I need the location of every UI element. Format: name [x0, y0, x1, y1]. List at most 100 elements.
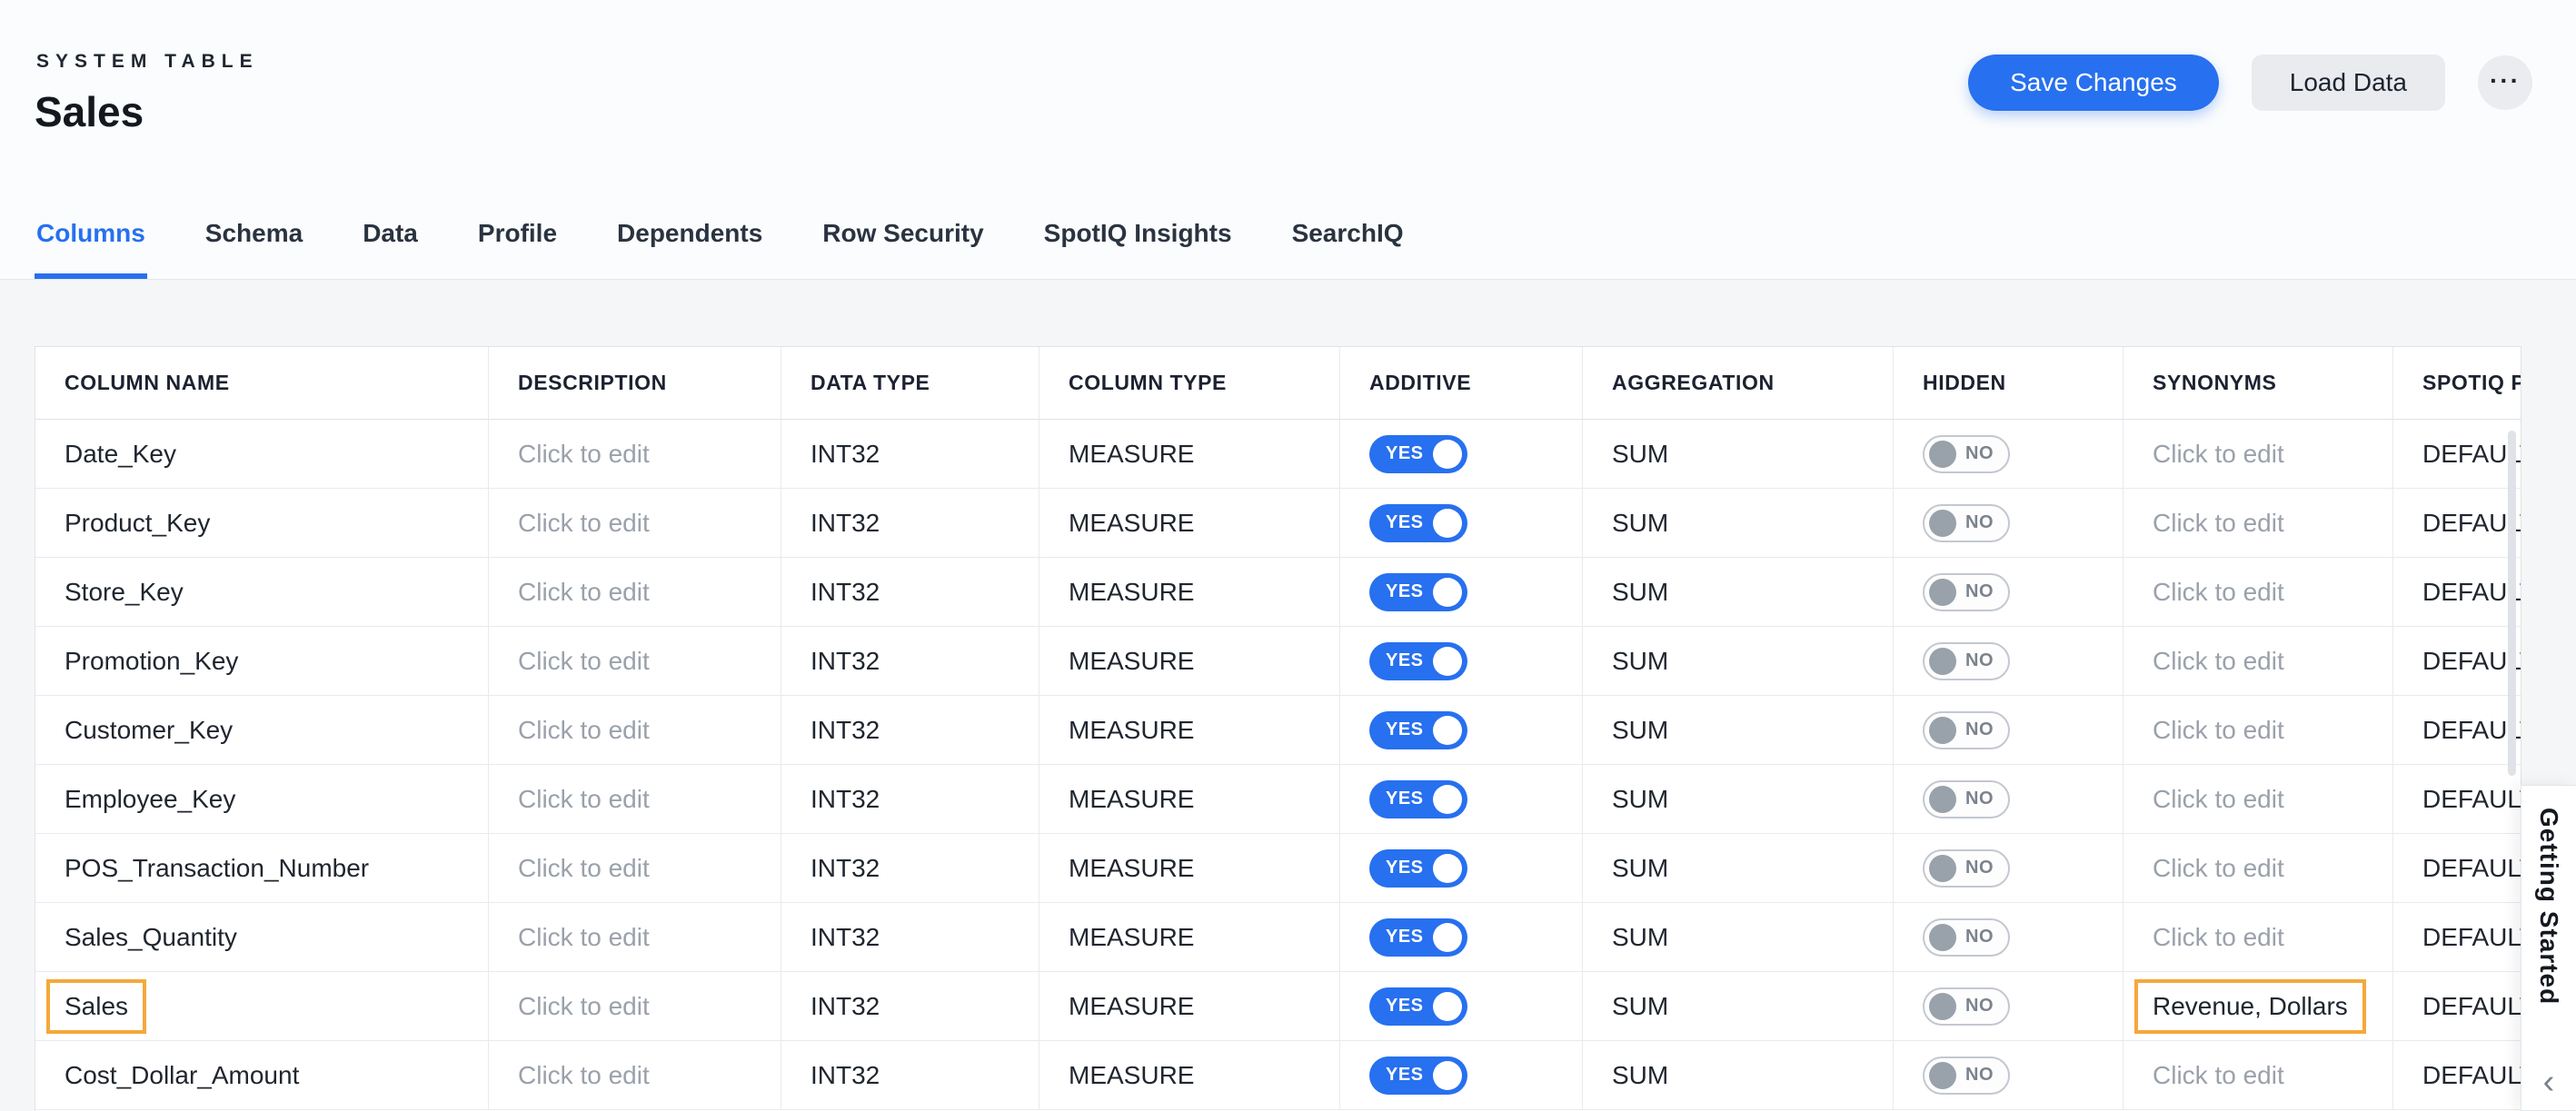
cell-synonyms-cell[interactable]: Click to edit [2123, 1041, 2393, 1110]
cell-description-cell[interactable]: Click to edit [489, 903, 781, 972]
cell-column-type-cell: MEASURE [1039, 489, 1340, 558]
cell-aggregation-text: SUM [1612, 854, 1668, 883]
cell-synonyms-cell[interactable]: Click to edit [2123, 834, 2393, 903]
cell-synonyms-highlighted[interactable]: Revenue, Dollars [2134, 979, 2366, 1034]
additive-toggle-cell: YES [1340, 972, 1583, 1041]
additive-toggle[interactable]: YES [1369, 918, 1467, 957]
getting-started-panel[interactable]: Getting Started ‹ [2521, 785, 2576, 1111]
cell-description-cell[interactable]: Click to edit [489, 972, 781, 1041]
cell-column-type-text: MEASURE [1069, 440, 1194, 469]
hidden-toggle[interactable]: NO [1923, 849, 2010, 888]
cell-column-type-cell: MEASURE [1039, 420, 1340, 489]
cell-description-text[interactable]: Click to edit [518, 716, 650, 745]
cell-description-cell[interactable]: Click to edit [489, 489, 781, 558]
cell-synonyms-text[interactable]: Click to edit [2153, 440, 2284, 469]
cell-synonyms-cell[interactable]: Click to edit [2123, 696, 2393, 765]
cell-synonyms-cell[interactable]: Click to edit [2123, 489, 2393, 558]
save-changes-button[interactable]: Save Changes [1968, 55, 2219, 111]
cell-description-text[interactable]: Click to edit [518, 509, 650, 538]
tab-data[interactable]: Data [361, 219, 420, 279]
additive-toggle[interactable]: YES [1369, 573, 1467, 611]
hidden-toggle[interactable]: NO [1923, 642, 2010, 680]
tab-schema[interactable]: Schema [204, 219, 304, 279]
cell-synonyms-cell[interactable]: Click to edit [2123, 765, 2393, 834]
load-data-button[interactable]: Load Data [2252, 55, 2445, 111]
cell-aggregation-text: SUM [1612, 716, 1668, 745]
hidden-toggle[interactable]: NO [1923, 504, 2010, 542]
more-options-button[interactable]: ··· [2478, 55, 2532, 110]
cell-synonyms-cell[interactable]: Click to edit [2123, 903, 2393, 972]
tab-spotiq-insights[interactable]: SpotIQ Insights [1042, 219, 1234, 279]
cell-description-cell[interactable]: Click to edit [489, 558, 781, 627]
cell-aggregation-cell: SUM [1583, 489, 1894, 558]
tab-dependents[interactable]: Dependents [615, 219, 764, 279]
cell-synonyms-text[interactable]: Click to edit [2153, 854, 2284, 883]
toggle-knob [1433, 923, 1462, 952]
toggle-label: YES [1386, 996, 1424, 1017]
cell-synonyms-text[interactable]: Click to edit [2153, 923, 2284, 952]
cell-synonyms-text[interactable]: Click to edit [2153, 785, 2284, 814]
toggle-label: NO [1965, 650, 1994, 671]
additive-toggle[interactable]: YES [1369, 711, 1467, 749]
toggle-label: NO [1965, 512, 1994, 533]
cell-description-cell[interactable]: Click to edit [489, 1041, 781, 1110]
hidden-toggle[interactable]: NO [1923, 780, 2010, 818]
toggle-knob [1433, 785, 1462, 814]
cell-synonyms-cell[interactable]: Click to edit [2123, 627, 2393, 696]
additive-toggle[interactable]: YES [1369, 780, 1467, 818]
cell-spotiq-preference-cell: DEFAULT [2393, 834, 2521, 903]
cell-spotiq-preference-cell: DEFAULT [2393, 903, 2521, 972]
column-header-synonyms: SYNONYMS [2123, 347, 2393, 420]
cell-description-cell[interactable]: Click to edit [489, 834, 781, 903]
cell-description-cell[interactable]: Click to edit [489, 696, 781, 765]
additive-toggle[interactable]: YES [1369, 504, 1467, 542]
hidden-toggle[interactable]: NO [1923, 435, 2010, 473]
cell-aggregation-text: SUM [1612, 440, 1668, 469]
cell-description-text[interactable]: Click to edit [518, 923, 650, 952]
cell-description-text[interactable]: Click to edit [518, 1061, 650, 1090]
column-header-hidden: HIDDEN [1894, 347, 2123, 420]
cell-synonyms-text[interactable]: Click to edit [2153, 647, 2284, 676]
tab-searchiq[interactable]: SearchIQ [1290, 219, 1406, 279]
collapse-chevron-icon[interactable]: ‹ [2543, 1065, 2555, 1099]
toggle-knob [1433, 1061, 1462, 1090]
cell-synonyms-text[interactable]: Click to edit [2153, 716, 2284, 745]
hidden-toggle-cell: NO [1894, 834, 2123, 903]
tab-profile[interactable]: Profile [476, 219, 559, 279]
hidden-toggle[interactable]: NO [1923, 573, 2010, 611]
hidden-toggle[interactable]: NO [1923, 1056, 2010, 1095]
cell-description-text[interactable]: Click to edit [518, 854, 650, 883]
cell-description-text[interactable]: Click to edit [518, 578, 650, 607]
additive-toggle[interactable]: YES [1369, 1056, 1467, 1095]
toggle-knob [1929, 786, 1956, 813]
cell-aggregation-text: SUM [1612, 992, 1668, 1021]
cell-synonyms-cell[interactable]: Click to edit [2123, 558, 2393, 627]
hidden-toggle[interactable]: NO [1923, 918, 2010, 957]
cell-description-cell[interactable]: Click to edit [489, 627, 781, 696]
cell-description-text[interactable]: Click to edit [518, 785, 650, 814]
vertical-scrollbar[interactable] [2508, 431, 2516, 776]
toggle-knob [1929, 993, 1956, 1020]
tab-columns[interactable]: Columns [35, 219, 147, 279]
cell-description-text[interactable]: Click to edit [518, 647, 650, 676]
cell-description-text[interactable]: Click to edit [518, 992, 650, 1021]
hidden-toggle[interactable]: NO [1923, 987, 2010, 1026]
cell-description-cell[interactable]: Click to edit [489, 765, 781, 834]
cell-column-name-cell: Sales_Quantity [35, 903, 489, 972]
column-header-spotiq-preference: SPOTIQ PREFERENCE [2393, 347, 2521, 420]
cell-column-type-text: MEASURE [1069, 854, 1194, 883]
hidden-toggle[interactable]: NO [1923, 711, 2010, 749]
additive-toggle[interactable]: YES [1369, 642, 1467, 680]
cell-synonyms-text[interactable]: Click to edit [2153, 509, 2284, 538]
additive-toggle[interactable]: YES [1369, 849, 1467, 888]
cell-description-text[interactable]: Click to edit [518, 440, 650, 469]
additive-toggle[interactable]: YES [1369, 987, 1467, 1026]
cell-synonyms-cell[interactable]: Click to edit [2123, 420, 2393, 489]
cell-data-type-cell: INT32 [781, 420, 1039, 489]
tab-row-security[interactable]: Row Security [821, 219, 985, 279]
cell-synonyms-cell[interactable]: Revenue, Dollars [2123, 972, 2393, 1041]
cell-description-cell[interactable]: Click to edit [489, 420, 781, 489]
cell-synonyms-text[interactable]: Click to edit [2153, 1061, 2284, 1090]
cell-synonyms-text[interactable]: Click to edit [2153, 578, 2284, 607]
additive-toggle[interactable]: YES [1369, 435, 1467, 473]
